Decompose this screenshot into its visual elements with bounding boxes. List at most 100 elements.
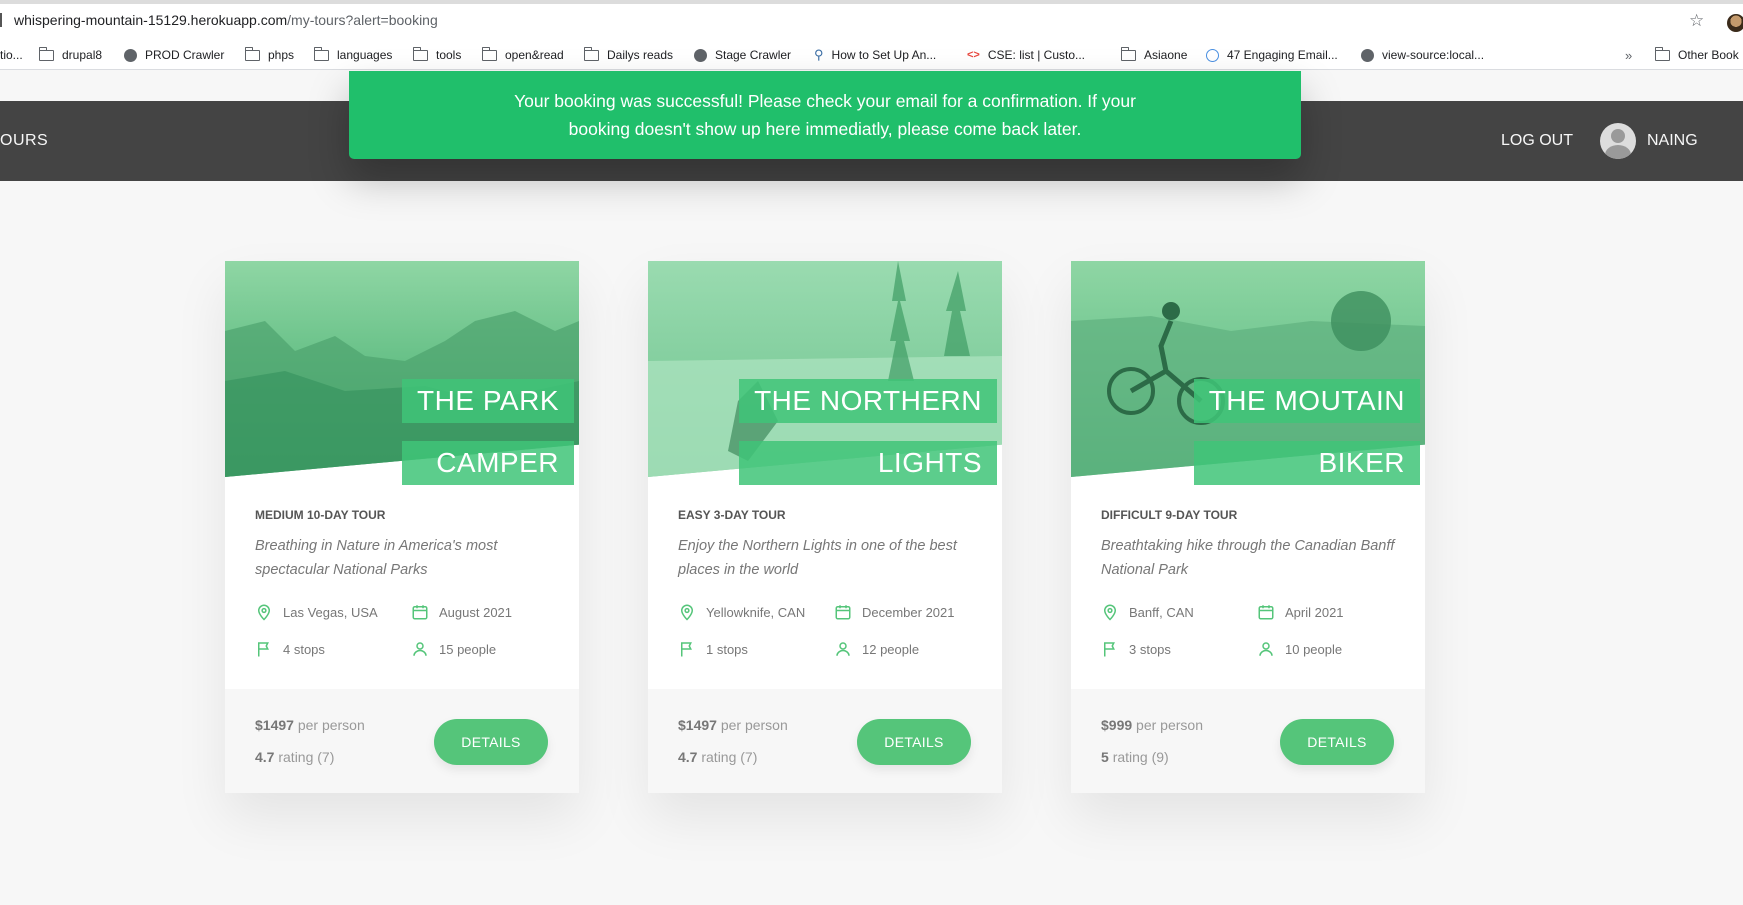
folder-icon [412, 46, 428, 61]
bookmark-label: languages [337, 48, 393, 62]
people-text: 15 people [439, 641, 497, 657]
tree-icon: ⚲ [814, 47, 824, 62]
stops-text: 1 stops [706, 641, 748, 657]
bookmark-item[interactable]: Dailys reads [583, 40, 674, 70]
folder-icon [583, 46, 599, 61]
rating-value: 5 [1101, 749, 1109, 765]
bookmark-item[interactable]: PROD Crawler [124, 40, 224, 70]
rating-suffix: rating (9) [1112, 749, 1169, 765]
tour-title-line2: BIKER [1193, 441, 1420, 485]
price-value: $1497 [255, 717, 294, 733]
bookmark-star-icon[interactable]: ☆ [1689, 11, 1704, 31]
stops-text: 3 stops [1129, 641, 1171, 657]
rating-value: 4.7 [678, 749, 698, 765]
nav-all-tours-link[interactable]: OURS [0, 132, 48, 150]
bookmark-item[interactable]: Other Book [1654, 40, 1739, 70]
booking-success-alert: Your booking was successful! Please chec… [349, 71, 1301, 159]
folder-icon [244, 46, 260, 61]
tour-card: THE PARK CAMPER MEDIUM 10-DAY TOUR Breat… [225, 261, 579, 793]
bookmark-label: Stage Crawler [715, 48, 792, 62]
bookmark-item[interactable]: tools [412, 40, 461, 70]
date-text: December 2021 [862, 604, 955, 620]
folder-icon [481, 46, 497, 61]
folder-icon [1120, 46, 1136, 61]
bookmark-item[interactable]: phps [244, 40, 294, 70]
bookmark-item[interactable]: Stage Crawler [694, 40, 791, 70]
bookmark-label: 47 Engaging Email... [1227, 48, 1338, 62]
folder-icon [313, 46, 329, 61]
bookmark-label: PROD Crawler [145, 48, 225, 62]
flag-icon [681, 642, 692, 657]
date-text: April 2021 [1285, 604, 1344, 620]
tour-price: $999 per person [1101, 717, 1203, 733]
bookmark-label: Other Book [1678, 48, 1739, 62]
bookmark-item[interactable]: ⚲ How to Set Up An... [814, 40, 936, 70]
bookmark-item[interactable]: open&read [481, 40, 564, 70]
price-suffix: per person [297, 717, 365, 733]
globe-icon [694, 48, 707, 62]
location-text: Banff, CAN [1129, 604, 1194, 620]
tour-difficulty: DIFFICULT 9-DAY TOUR [1101, 508, 1238, 522]
chevron-right-icon: » [1625, 47, 1633, 63]
bookmark-item[interactable]: Asiaone [1120, 40, 1188, 70]
map-pin-icon [257, 604, 271, 621]
tour-card-footer: $1497 per person 4.7 rating (7) DETAILS [648, 689, 1002, 793]
bookmark-label: view-source:local... [1382, 48, 1485, 62]
location-text: Yellowknife, CAN [706, 604, 806, 620]
bookmark-label: How to Set Up An... [831, 48, 937, 62]
user-icon [413, 642, 427, 656]
tour-card: THE NORTHERN LIGHTS EASY 3-DAY TOUR Enjo… [648, 261, 1002, 793]
people-text: 12 people [862, 641, 920, 657]
price-suffix: per person [720, 717, 788, 733]
details-button[interactable]: DETAILS [434, 719, 548, 765]
rating-suffix: rating (7) [701, 749, 758, 765]
tour-group-size: 12 people [834, 640, 919, 658]
tour-title-line2: LIGHTS [739, 441, 997, 485]
flag-icon [1104, 642, 1115, 657]
tour-summary: Enjoy the Northern Lights in one of the … [678, 538, 957, 578]
bookmark-item[interactable]: view-source:local... [1361, 40, 1484, 70]
price-value: $999 [1101, 717, 1133, 733]
logout-link[interactable]: LOG OUT [1501, 132, 1573, 150]
map-pin-icon [1103, 604, 1117, 621]
bookmark-item[interactable]: <> CSE: list | Custo... [967, 40, 1085, 70]
url-host: whispering-mountain-15129.herokuapp.com [14, 12, 288, 28]
browser-url-bar: whispering-mountain-15129.herokuapp.com/… [0, 0, 1743, 40]
bookmarks-overflow[interactable]: » [1625, 40, 1632, 70]
code-icon: <> [967, 49, 980, 61]
calendar-icon [412, 605, 428, 620]
tour-stops: 3 stops [1101, 640, 1171, 658]
tab-edge [0, 13, 4, 27]
profile-avatar[interactable] [1727, 14, 1743, 32]
tour-difficulty: MEDIUM 10-DAY TOUR [255, 508, 386, 522]
tour-price: $1497 per person [678, 717, 788, 733]
user-name-link[interactable]: NAING [1647, 132, 1698, 150]
bookmark-item[interactable]: 47 Engaging Email... [1206, 40, 1338, 70]
tour-rating: 4.7 rating (7) [678, 749, 757, 765]
url-path: /my-tours?alert=booking [287, 12, 438, 28]
details-button[interactable]: DETAILS [857, 719, 971, 765]
flag-icon [258, 642, 269, 657]
details-button[interactable]: DETAILS [1280, 719, 1394, 765]
bookmark-item[interactable]: drupal8 [38, 40, 102, 70]
user-icon [836, 642, 850, 656]
user-avatar[interactable] [1600, 123, 1636, 159]
address-field[interactable]: whispering-mountain-15129.herokuapp.com/… [14, 12, 438, 28]
tour-date: April 2021 [1257, 603, 1344, 621]
bookmarks-bar: tio... drupal8 PROD Crawler phps languag… [0, 40, 1743, 70]
tour-rating: 4.7 rating (7) [255, 749, 334, 765]
bookmark-label: Asiaone [1144, 48, 1188, 62]
rating-suffix: rating (7) [278, 749, 335, 765]
bookmark-label: Dailys reads [607, 48, 674, 62]
tour-title-line2: CAMPER [402, 441, 574, 485]
bookmark-item[interactable]: tio... [0, 40, 23, 70]
folder-icon [1654, 46, 1670, 61]
price-suffix: per person [1136, 717, 1203, 733]
bookmark-item[interactable]: languages [313, 40, 393, 70]
location-text: Las Vegas, USA [283, 604, 378, 620]
tour-title-line1: THE NORTHERN [739, 379, 997, 423]
alert-message: Your booking was successful! Please chec… [514, 91, 1136, 139]
tour-card-footer: $1497 per person 4.7 rating (7) DETAILS [225, 689, 579, 793]
tour-title: THE NORTHERN LIGHTS [739, 379, 997, 485]
globe-icon [124, 48, 137, 62]
